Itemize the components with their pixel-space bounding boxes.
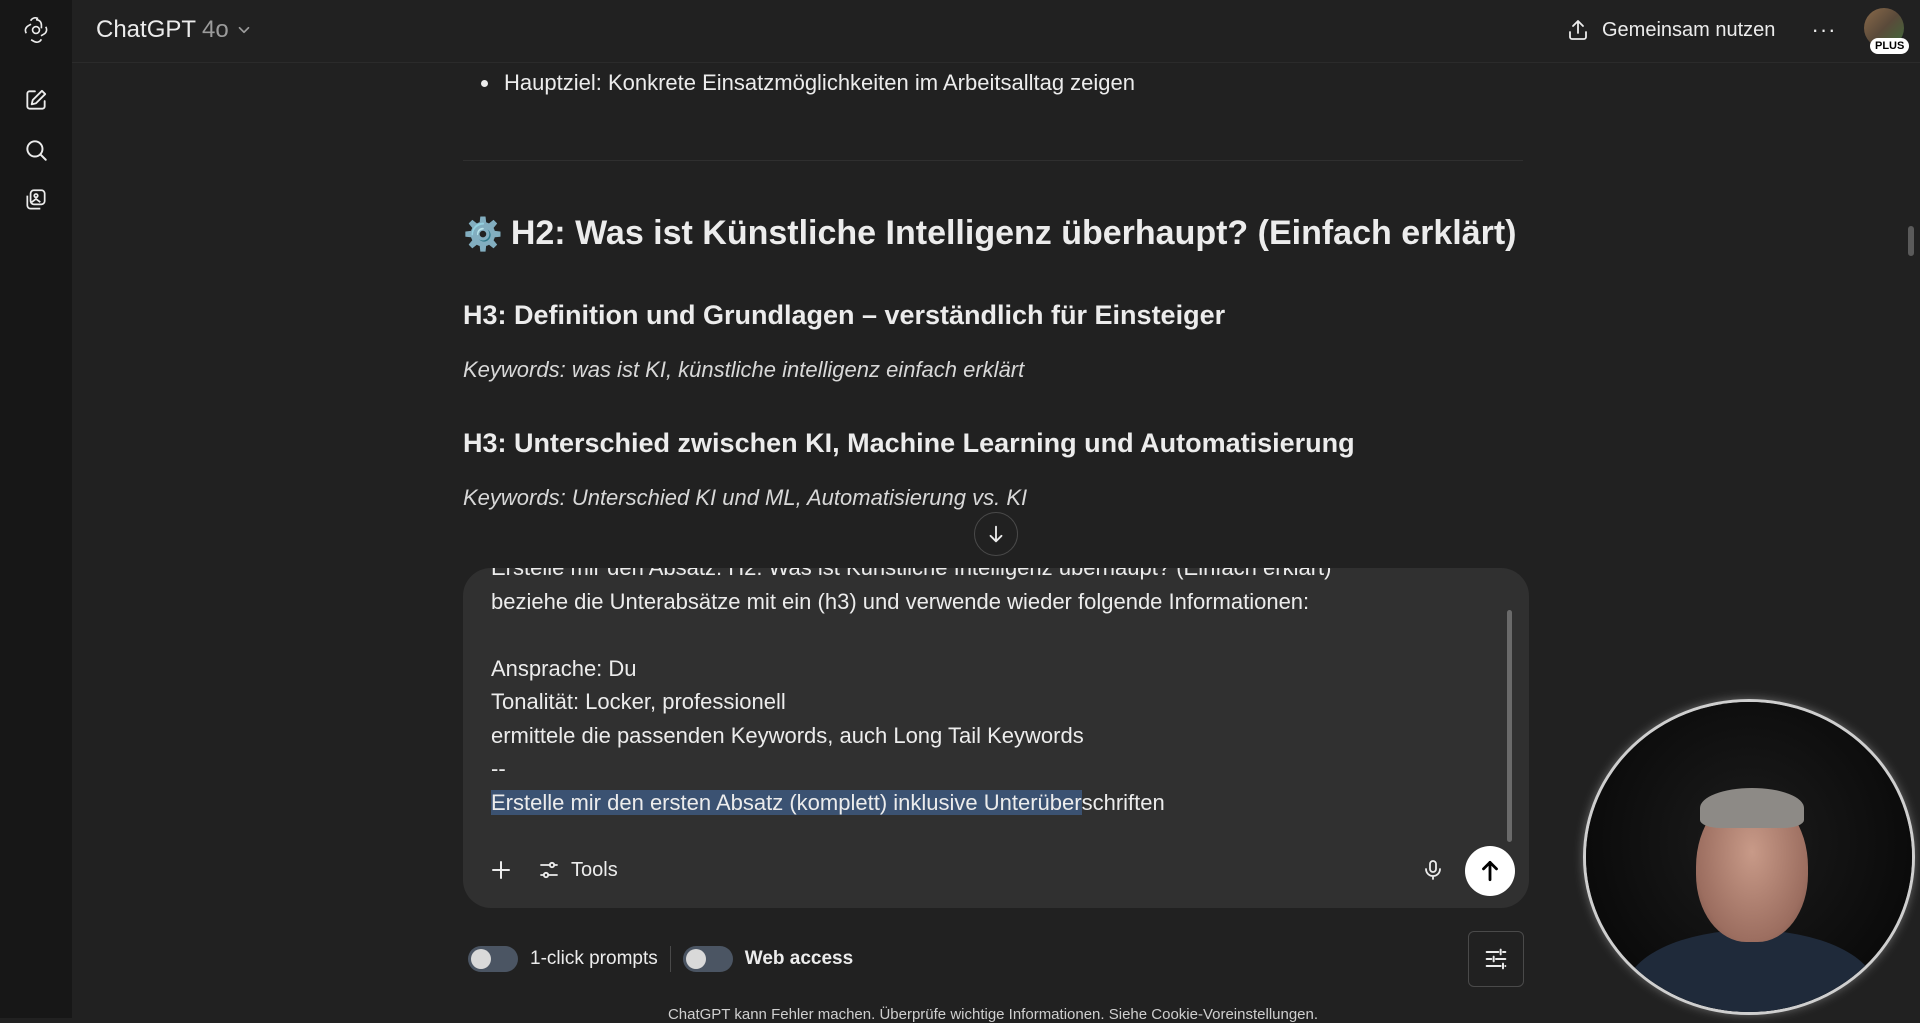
disclaimer-text: ChatGPT kann Fehler machen. Überprüfe wi…: [667, 1006, 1319, 1023]
plus-icon: [492, 861, 510, 879]
divider: [463, 160, 1523, 161]
separator: [669, 946, 671, 972]
prompt-line: Tonalität: Locker, professionell: [491, 689, 786, 714]
prompt-composer: Erstelle mir den Absatz: H2: Was ist Kün…: [463, 568, 1529, 908]
prompt-line: beziehe die Unterabsätze mit ein (h3) un…: [491, 588, 1310, 614]
library-button[interactable]: [18, 182, 54, 218]
prompt-line-last: Erstelle mir den ersten Absatz (komplett…: [491, 786, 1491, 820]
new-chat-button[interactable]: [18, 82, 54, 118]
edit-icon: [26, 89, 47, 110]
prompt-line: [491, 618, 1491, 652]
prompt-line: Erstelle mir den Absatz: H2: Was ist Kün…: [491, 568, 1491, 585]
one-click-prompts-toggle[interactable]: [468, 946, 518, 972]
openai-logo-icon[interactable]: [18, 12, 54, 48]
gear-emoji-icon: ⚙️: [463, 215, 503, 252]
keywords-text: Keywords: Unterschied KI und ML, Automat…: [463, 485, 1028, 510]
list-item: Hauptziel: Konkrete Einsatzmöglichkeiten…: [463, 70, 1523, 96]
prompt-settings-button[interactable]: [1468, 931, 1524, 987]
search-button[interactable]: [18, 132, 54, 168]
share-label: Gemeinsam nutzen: [1602, 18, 1776, 41]
toggle-knob: [685, 949, 706, 969]
prompt-textarea[interactable]: Erstelle mir den Absatz: H2: Was ist Kün…: [491, 568, 1491, 836]
ellipsis-icon: ···: [1811, 17, 1837, 42]
web-access-label: Web access: [744, 948, 854, 969]
heading-h3: H3: Definition und Grundlagen – verständ…: [463, 300, 1226, 330]
composer-scrollbar[interactable]: [1507, 610, 1512, 842]
plan-badge: PLUS: [1870, 38, 1910, 54]
extension-toolbar: 1-click prompts Web access: [468, 942, 853, 976]
bullet-dot: [481, 79, 488, 87]
sliders-icon: [1485, 948, 1507, 970]
sliders-icon: [540, 861, 558, 879]
prompt-line: --: [491, 756, 506, 781]
selected-text: Erstelle mir den ersten Absatz (komplett…: [491, 789, 1082, 815]
person-hair: [1700, 788, 1804, 828]
one-click-prompts-label: 1-click prompts: [530, 948, 658, 969]
tools-button[interactable]: Tools: [537, 852, 618, 888]
model-name: ChatGPT: [96, 16, 197, 43]
share-button[interactable]: Gemeinsam nutzen: [1566, 12, 1775, 48]
model-selector[interactable]: ChatGPT 4o: [96, 12, 253, 48]
list-item-text: Hauptziel: Konkrete Einsatzmöglichkeiten…: [504, 70, 1135, 95]
search-icon: [26, 140, 47, 161]
send-button[interactable]: [1465, 846, 1515, 896]
chevron-down-icon: [238, 26, 250, 34]
arrow-up-icon: [1482, 860, 1498, 882]
toggle-knob: [471, 949, 491, 969]
prompt-line-rest: schriften: [1081, 789, 1165, 815]
tools-label: Tools: [571, 858, 618, 881]
heading-h2: ⚙️ H2: Was ist Künstliche Intelligenz üb…: [463, 214, 1523, 253]
keywords-text: Keywords: was ist KI, künstliche intelli…: [463, 357, 1025, 382]
scroll-to-bottom-button[interactable]: [974, 512, 1018, 556]
web-access-toggle[interactable]: [682, 946, 733, 972]
page-scrollbar[interactable]: [1908, 226, 1914, 256]
model-version: 4o: [202, 16, 229, 43]
upload-icon: [1569, 20, 1587, 40]
h2-text: H2: Was ist Künstliche Intelligenz überh…: [510, 214, 1517, 252]
prompt-line: Ansprache: Du: [491, 655, 637, 681]
images-icon: [26, 189, 46, 210]
add-attachment-button[interactable]: [483, 852, 519, 888]
microphone-icon: [1425, 860, 1441, 880]
prompt-line: ermittele die passenden Keywords, auch L…: [491, 722, 1084, 748]
more-options-button[interactable]: ···: [1806, 12, 1842, 48]
webcam-overlay: [1586, 702, 1912, 1012]
arrow-down-icon: [989, 525, 1003, 543]
heading-h3: H3: Unterschied zwischen KI, Machine Lea…: [463, 428, 1355, 458]
dictation-button[interactable]: [1415, 852, 1451, 888]
person-shoulders: [1626, 930, 1876, 1012]
